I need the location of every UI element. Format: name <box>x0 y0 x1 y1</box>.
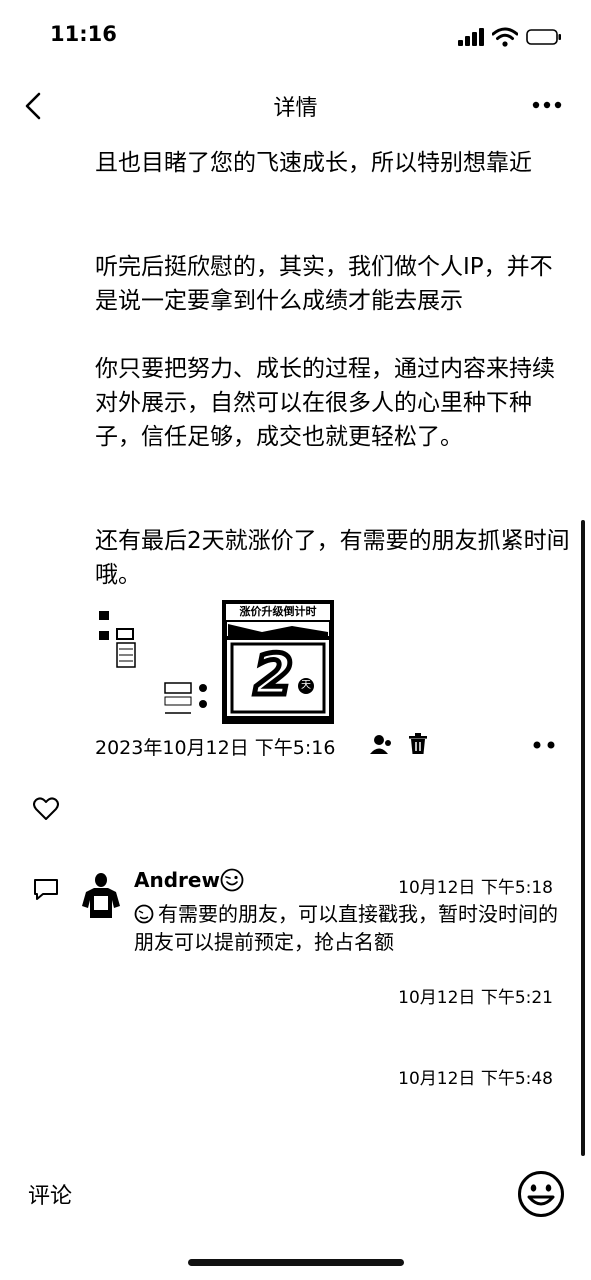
more-options-icon[interactable] <box>532 101 562 109</box>
countdown-number: 2 <box>252 641 296 710</box>
page-title: 详情 <box>273 96 318 121</box>
post-paragraph: 且也目睹了您的飞速成长，所以特别想靠近 <box>95 150 532 176</box>
countdown-banner-text: 涨价升级倒计时 <box>239 605 317 618</box>
post-image-thumbnail[interactable] <box>97 603 217 723</box>
like-heart-icon[interactable] <box>33 797 59 821</box>
post-image-countdown[interactable]: 涨价升级倒计时 2 天 <box>222 600 334 724</box>
comment-time: 10月12日 下午5:21 <box>398 988 553 1008</box>
comment-text: 有需要的朋友，可以直接戳我，暂时没时间的朋友可以提前预定，抢占名额 <box>134 902 558 954</box>
scrollbar[interactable] <box>581 520 585 1156</box>
comment-time: 10月12日 下午5:18 <box>398 878 553 898</box>
emoji-picker-icon[interactable] <box>517 1170 565 1218</box>
countdown-suffix: 天 <box>298 678 314 694</box>
wifi-icon <box>492 27 518 47</box>
visibility-person-icon[interactable] <box>370 733 392 755</box>
post-date: 2023年10月12日 下午5:16 <box>95 737 336 759</box>
signal-icon <box>458 28 484 46</box>
comment-bubble-icon <box>34 879 58 900</box>
comment-author[interactable]: Andrew <box>134 868 220 892</box>
avatar[interactable] <box>80 870 122 920</box>
home-indicator[interactable] <box>188 1259 404 1266</box>
comment-time: 10月12日 下午5:48 <box>398 1069 553 1089</box>
post-paragraph: 你只要把努力、成长的过程，通过内容来持续对外展示，自然可以在很多人的心里种下种子… <box>95 356 555 450</box>
delete-trash-icon[interactable] <box>408 733 428 755</box>
post-paragraph: 听完后挺欣慰的，其实，我们做个人IP，并不是说一定要拿到什么成绩才能去展示 <box>95 254 553 314</box>
wink-emoji-icon <box>220 868 244 892</box>
battery-icon <box>526 29 561 45</box>
post-actions-icon[interactable] <box>532 741 558 749</box>
comment-input-label[interactable]: 评论 <box>28 1178 72 1210</box>
status-time: 11:16 <box>50 22 117 46</box>
post-paragraph: 还有最后2天就涨价了，有需要的朋友抓紧时间哦。 <box>95 528 570 588</box>
